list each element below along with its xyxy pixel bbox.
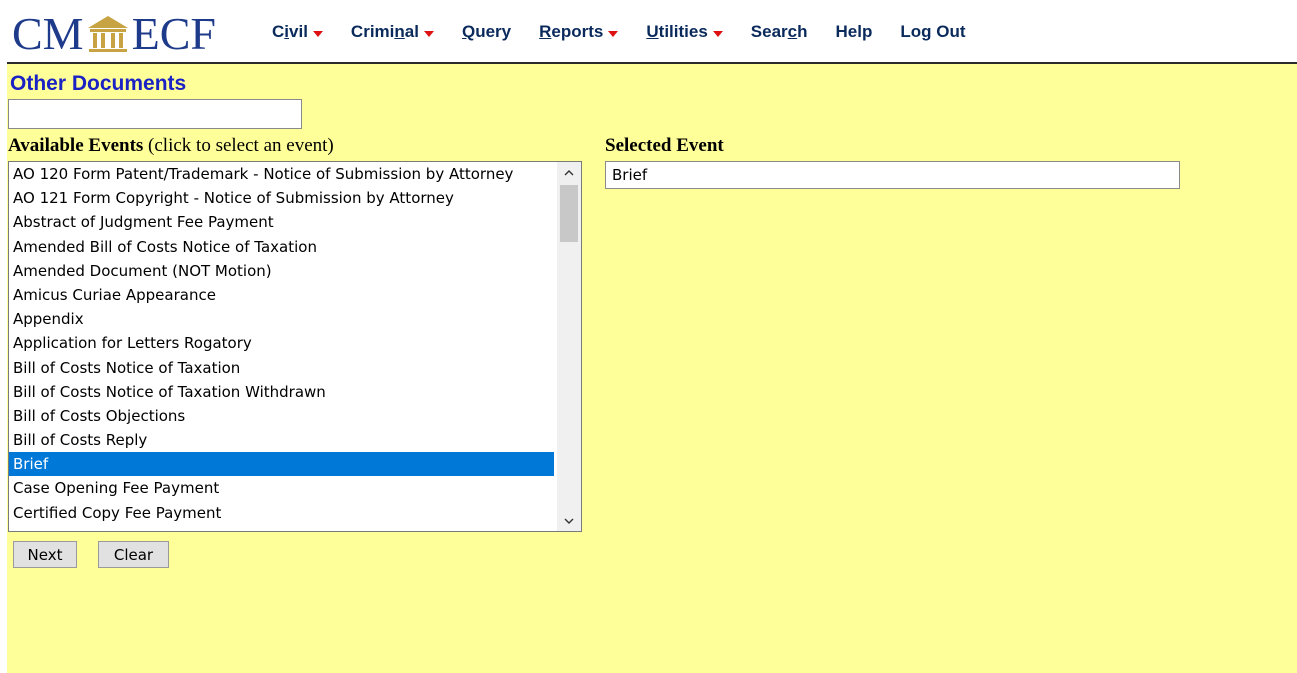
list-scrollbar[interactable] xyxy=(557,162,581,531)
nav-logout-label: Log Out xyxy=(900,22,966,41)
nav-reports-post: eports xyxy=(551,22,604,41)
list-item[interactable]: Certified Copy Fee Payment xyxy=(9,501,554,525)
event-list-items: AO 120 Form Patent/Trademark - Notice of… xyxy=(9,162,581,525)
nav-civil-post: vil xyxy=(289,22,308,41)
nav-query[interactable]: Query xyxy=(462,22,511,42)
available-events-hint: (click to select an event) xyxy=(148,135,334,156)
selected-event-label: Selected Event xyxy=(605,135,724,156)
courthouse-icon xyxy=(87,16,128,52)
list-item[interactable]: Amicus Curiae Appearance xyxy=(9,283,554,307)
nav-utilities-access-key: U xyxy=(646,22,659,41)
list-item[interactable]: Bill of Costs Objections xyxy=(9,404,554,428)
scroll-up-button[interactable] xyxy=(557,162,581,182)
list-item[interactable]: Bill of Costs Notice of Taxation xyxy=(9,356,554,380)
nav-help[interactable]: Help xyxy=(836,22,873,42)
page-title: Other Documents xyxy=(10,72,187,95)
event-filter-input[interactable] xyxy=(8,99,302,129)
nav-help-label: Help xyxy=(835,22,873,41)
nav-query-access-key: Q xyxy=(461,22,476,41)
list-item[interactable]: Abstract of Judgment Fee Payment xyxy=(9,210,554,234)
scroll-down-button[interactable] xyxy=(557,511,581,531)
chevron-up-icon xyxy=(564,169,574,175)
logo-text-cm: CM xyxy=(12,8,84,59)
cmecf-logo[interactable]: CM ECF xyxy=(12,8,216,60)
list-item[interactable]: Application for Letters Rogatory xyxy=(9,331,554,355)
list-item[interactable]: Amended Bill of Costs Notice of Taxation xyxy=(9,235,554,259)
nav-search[interactable]: Sear c h xyxy=(751,22,808,42)
nav-search-post: h xyxy=(797,22,808,41)
list-item[interactable]: Appendix xyxy=(9,307,554,331)
header: CM ECF Ci vil Crimi n al Query Reports U… xyxy=(0,0,1297,64)
nav-search-access-key: c xyxy=(787,22,798,41)
nav-civil-pre: C xyxy=(272,22,285,41)
nav-reports-access-key: R xyxy=(539,22,552,41)
list-item[interactable]: Case Opening Fee Payment xyxy=(9,476,554,500)
nav-criminal-access-key: n xyxy=(394,22,405,41)
list-item[interactable]: AO 120 Form Patent/Trademark - Notice of… xyxy=(9,162,554,186)
chevron-down-icon xyxy=(564,518,574,524)
scroll-thumb[interactable] xyxy=(560,185,578,242)
caret-down-icon xyxy=(712,30,723,37)
nav-utilities[interactable]: Utilities xyxy=(646,22,723,42)
caret-down-icon xyxy=(312,30,323,37)
available-events-label: Available Events (click to select an eve… xyxy=(8,135,334,157)
list-item[interactable]: Bill of Costs Reply xyxy=(9,428,554,452)
list-item[interactable]: AO 121 Form Copyright - Notice of Submis… xyxy=(9,186,554,210)
nav-criminal-pre: Crimi xyxy=(350,22,395,41)
selected-event-field[interactable]: Brief xyxy=(605,161,1180,189)
clear-button[interactable]: Clear xyxy=(98,541,169,568)
available-events-list[interactable]: AO 120 Form Patent/Trademark - Notice of… xyxy=(8,161,582,532)
list-item[interactable]: Amended Document (NOT Motion) xyxy=(9,259,554,283)
caret-down-icon xyxy=(608,30,619,37)
next-button[interactable]: Next xyxy=(13,541,77,568)
available-events-heading: Available Events xyxy=(8,135,144,156)
list-item[interactable]: Bill of Costs Notice of Taxation Withdra… xyxy=(9,380,554,404)
nav-query-post: uery xyxy=(475,22,512,41)
nav-search-pre: Sear xyxy=(750,22,788,41)
nav-reports[interactable]: Reports xyxy=(539,22,619,42)
nav-logout[interactable]: Log Out xyxy=(900,22,965,42)
main-content: Other Documents Available Events (click … xyxy=(7,64,1297,673)
nav-criminal[interactable]: Crimi n al xyxy=(351,22,434,42)
nav-civil[interactable]: Ci vil xyxy=(272,22,323,42)
main-nav: Ci vil Crimi n al Query Reports Utilities S… xyxy=(272,22,994,42)
nav-criminal-post: al xyxy=(404,22,419,41)
list-item[interactable]: Brief xyxy=(9,452,554,477)
logo-text-ecf: ECF xyxy=(131,8,216,59)
nav-utilities-post: tilities xyxy=(658,22,708,41)
caret-down-icon xyxy=(423,30,434,37)
